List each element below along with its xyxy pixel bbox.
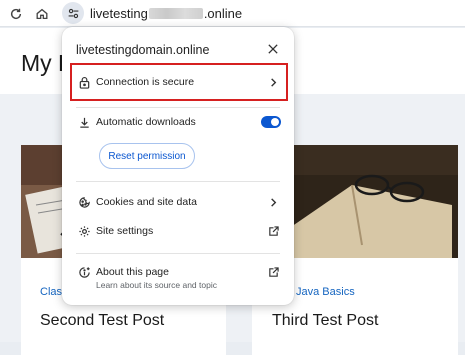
divider — [76, 181, 280, 182]
site-info-popup: livetestingdomain.online Connection is s… — [62, 27, 294, 305]
auto-downloads-toggle[interactable] — [261, 116, 281, 128]
popup-domain: livetestingdomain.online — [76, 43, 210, 57]
reload-button[interactable] — [5, 3, 27, 25]
divider — [76, 253, 280, 254]
site-info-button[interactable] — [62, 2, 84, 24]
open-in-new-icon — [266, 224, 280, 238]
post-category[interactable]: Clas — [40, 286, 62, 298]
auto-downloads-row[interactable]: Automatic downloads — [62, 111, 294, 133]
post-category[interactable]: Java Basics — [296, 286, 355, 298]
post-title[interactable]: Third Test Post — [272, 312, 378, 330]
reload-icon — [10, 8, 22, 20]
post-title[interactable]: Second Test Post — [40, 312, 164, 330]
address-bar[interactable]: livetesting .online — [90, 6, 242, 21]
address-suffix: .online — [203, 6, 243, 21]
home-button[interactable] — [31, 3, 53, 25]
about-sublabel: Learn about its source and topic — [96, 280, 217, 290]
home-icon — [36, 8, 48, 20]
address-redacted — [148, 8, 203, 19]
highlight-box — [70, 63, 288, 101]
address-prefix: livetesting — [90, 6, 148, 21]
site-settings-label: Site settings — [96, 225, 154, 237]
close-button[interactable] — [265, 41, 281, 57]
divider — [76, 107, 280, 108]
open-in-new-icon — [266, 265, 280, 279]
chevron-right-icon — [266, 195, 280, 209]
tune-icon — [68, 8, 78, 18]
browser-toolbar: livetesting .online — [0, 0, 465, 27]
auto-downloads-label: Automatic downloads — [96, 116, 196, 128]
cookies-label: Cookies and site data — [96, 196, 197, 208]
reset-permission-button[interactable]: Reset permission — [99, 143, 195, 169]
cookie-icon — [77, 195, 91, 209]
gear-icon — [77, 224, 91, 238]
cookies-row[interactable]: Cookies and site data — [62, 191, 294, 213]
download-icon — [77, 115, 91, 129]
close-icon — [268, 44, 278, 54]
info-sparkle-icon — [77, 265, 91, 279]
site-settings-row[interactable]: Site settings — [62, 220, 294, 242]
about-label: About this page — [96, 266, 169, 278]
